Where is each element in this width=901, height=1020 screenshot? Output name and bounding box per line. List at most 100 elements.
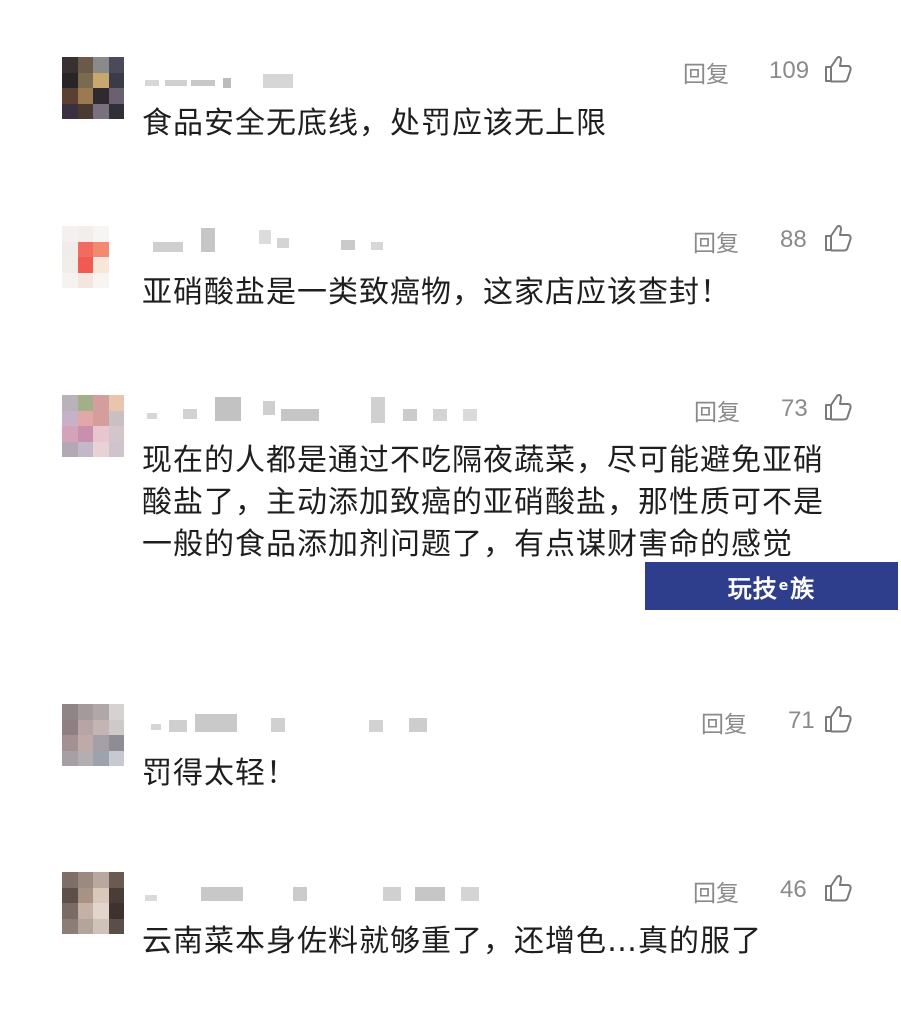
avatar-pixel xyxy=(93,257,109,273)
avatar-pixel xyxy=(108,257,124,273)
username-blurred[interactable] xyxy=(145,228,385,252)
avatar-pixel xyxy=(77,903,93,919)
watermark-logo: 玩技 e 族 xyxy=(645,562,898,610)
avatar[interactable] xyxy=(62,226,124,288)
avatar-pixel xyxy=(108,872,124,888)
avatar-pixel xyxy=(77,241,93,257)
reply-link[interactable]: 回复 xyxy=(701,705,747,739)
avatar-pixel xyxy=(62,72,78,88)
avatar-pixel xyxy=(77,735,93,751)
avatar-pixel xyxy=(62,918,78,934)
avatar-pixel xyxy=(108,719,124,735)
avatar-pixel xyxy=(77,257,93,273)
avatar-pixel xyxy=(77,704,93,720)
avatar-pixel xyxy=(93,426,109,442)
avatar-pixel xyxy=(93,704,109,720)
avatar-pixel xyxy=(93,272,109,288)
thumbs-up-icon[interactable] xyxy=(823,704,853,734)
avatar-pixel xyxy=(93,719,109,735)
comment-text: 现在的人都是通过不吃隔夜蔬菜，尽可能避免亚硝酸盐了，主动添加致癌的亚硝酸盐，那性… xyxy=(142,443,824,562)
username-blurred[interactable] xyxy=(145,397,485,423)
avatar-pixel xyxy=(77,918,93,934)
avatar-pixel xyxy=(93,750,109,766)
avatar-pixel xyxy=(77,226,93,242)
avatar[interactable] xyxy=(62,704,124,766)
avatar[interactable] xyxy=(62,872,124,934)
avatar-pixel xyxy=(108,887,124,903)
reply-link[interactable]: 回复 xyxy=(693,874,739,908)
avatar-pixel xyxy=(93,395,109,411)
reply-link[interactable]: 回复 xyxy=(694,393,740,427)
avatar-pixel xyxy=(93,872,109,888)
reply-link[interactable]: 回复 xyxy=(683,55,729,89)
like-count: 73 xyxy=(781,395,808,422)
avatar-pixel xyxy=(77,103,93,119)
avatar-pixel xyxy=(108,272,124,288)
avatar-pixel xyxy=(62,441,78,457)
thumbs-up-icon[interactable] xyxy=(823,223,853,253)
thumbs-up-icon[interactable] xyxy=(823,54,853,84)
avatar-pixel xyxy=(93,918,109,934)
avatar-pixel xyxy=(62,241,78,257)
avatar-pixel xyxy=(93,887,109,903)
avatar-pixel xyxy=(108,57,124,73)
avatar-pixel xyxy=(77,272,93,288)
avatar[interactable] xyxy=(62,395,124,457)
avatar-pixel xyxy=(108,426,124,442)
avatar-pixel xyxy=(62,872,78,888)
thumbs-up-icon[interactable] xyxy=(823,873,853,903)
avatar-pixel xyxy=(93,903,109,919)
avatar-pixel xyxy=(77,395,93,411)
avatar-pixel xyxy=(108,735,124,751)
avatar-pixel xyxy=(77,719,93,735)
avatar-pixel xyxy=(62,719,78,735)
avatar-pixel xyxy=(108,395,124,411)
avatar-pixel xyxy=(62,272,78,288)
avatar-pixel xyxy=(77,410,93,426)
avatar-pixel xyxy=(62,426,78,442)
comment-text: 云南菜本身佐料就够重了，还增色…真的服了 xyxy=(142,924,762,959)
comment-text: 食品安全无底线，处罚应该无上限 xyxy=(142,106,607,141)
avatar-pixel xyxy=(93,88,109,104)
avatar-pixel xyxy=(62,57,78,73)
avatar-pixel xyxy=(93,72,109,88)
avatar-pixel xyxy=(108,241,124,257)
avatar-pixel xyxy=(62,103,78,119)
avatar-pixel xyxy=(77,88,93,104)
avatar-pixel xyxy=(62,395,78,411)
avatar-pixel xyxy=(62,226,78,242)
avatar[interactable] xyxy=(62,57,124,119)
avatar-pixel xyxy=(77,750,93,766)
username-blurred[interactable] xyxy=(145,712,445,732)
avatar-pixel xyxy=(62,903,78,919)
avatar-pixel xyxy=(93,410,109,426)
thumbs-up-icon[interactable] xyxy=(823,392,853,422)
avatar-pixel xyxy=(93,226,109,242)
comment-text: 罚得太轻！ xyxy=(142,756,297,791)
avatar-pixel xyxy=(108,903,124,919)
username-blurred[interactable] xyxy=(145,881,485,901)
avatar-pixel xyxy=(108,226,124,242)
avatar-pixel xyxy=(62,410,78,426)
avatar-pixel xyxy=(62,257,78,273)
avatar-pixel xyxy=(108,103,124,119)
avatar-pixel xyxy=(62,887,78,903)
watermark-text-after: 族 xyxy=(790,574,816,603)
avatar-pixel xyxy=(108,918,124,934)
watermark-text-before: 玩技 xyxy=(727,574,778,603)
avatar-pixel xyxy=(77,887,93,903)
avatar-pixel xyxy=(108,441,124,457)
avatar-pixel xyxy=(93,441,109,457)
avatar-pixel xyxy=(77,441,93,457)
avatar-pixel xyxy=(77,872,93,888)
avatar-pixel xyxy=(93,735,109,751)
like-count: 109 xyxy=(769,57,810,84)
like-count: 46 xyxy=(780,876,807,903)
reply-link[interactable]: 回复 xyxy=(693,224,739,258)
username-blurred[interactable] xyxy=(145,68,295,88)
avatar-pixel xyxy=(93,57,109,73)
like-count: 88 xyxy=(780,226,807,253)
comment-text: 亚硝酸盐是一类致癌物，这家店应该查封！ xyxy=(142,275,731,310)
avatar-pixel xyxy=(108,704,124,720)
comment-list: 回复 109 食品安全无底线，处罚应该无上限 回复 88 亚硝酸盐是一类致癌物，… xyxy=(0,0,901,1020)
